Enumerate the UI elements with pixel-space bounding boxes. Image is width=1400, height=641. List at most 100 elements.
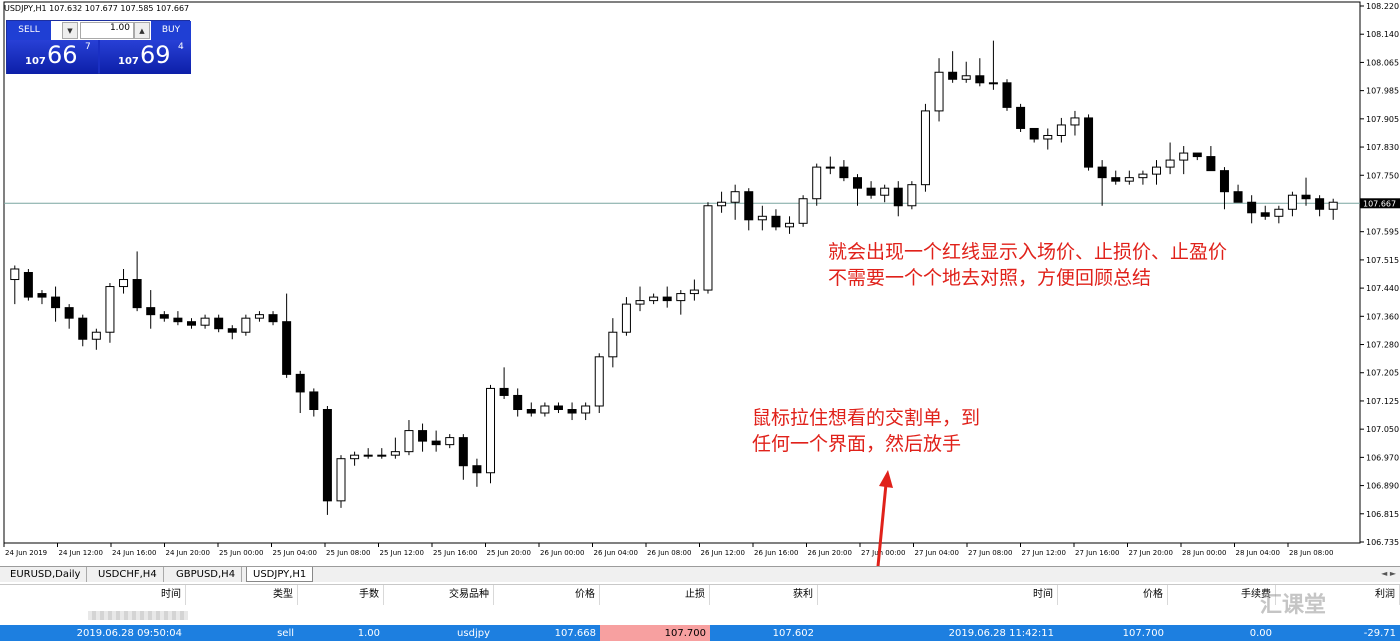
time-axis-label: 25 Jun 04:00 bbox=[273, 549, 317, 557]
price-axis-label: 107.595 bbox=[1366, 228, 1399, 237]
candle-body bbox=[472, 465, 482, 474]
candle-body bbox=[1111, 177, 1121, 182]
candle-body bbox=[1247, 201, 1257, 214]
chart-area[interactable]: 108.220 108.140 108.065 107.985 107.905 107.8… bbox=[0, 0, 1400, 566]
column-header-8[interactable]: 价格 bbox=[1058, 585, 1168, 605]
candle-body bbox=[1002, 82, 1012, 108]
lot-increase-button[interactable]: ▲ bbox=[134, 22, 150, 39]
chart-tab-1[interactable]: USDCHF,H4 bbox=[92, 567, 164, 582]
candle-body bbox=[458, 437, 468, 467]
buy-price-prefix: 107 bbox=[118, 56, 139, 67]
candle-body bbox=[1124, 177, 1134, 182]
candle-body bbox=[934, 71, 944, 112]
candle-body bbox=[717, 201, 727, 207]
tab-scroll-arrows-icon[interactable]: ◄ ► bbox=[1381, 569, 1396, 578]
column-header-2[interactable]: 手数 bbox=[298, 585, 384, 605]
chart-symbol-title: USDJPY,H1 107.632 107.677 107.585 107.66… bbox=[4, 4, 190, 13]
blurred-account-row bbox=[0, 605, 1400, 625]
time-axis-label: 26 Jun 00:00 bbox=[540, 549, 584, 557]
candle-body bbox=[1233, 191, 1243, 203]
candle-body bbox=[757, 215, 767, 221]
candle-body bbox=[119, 279, 129, 288]
candle-body bbox=[295, 373, 305, 393]
candle-body bbox=[649, 296, 659, 302]
candle-body bbox=[105, 286, 115, 333]
candle-body bbox=[880, 187, 890, 196]
candle-body bbox=[676, 293, 686, 302]
sell-price-box[interactable]: 107 66 7 bbox=[7, 40, 98, 74]
candle-body bbox=[594, 356, 604, 407]
candle-body bbox=[920, 110, 930, 186]
trade-panel-top-row: SELL ▼ 1.00 ▲ BUY bbox=[7, 21, 191, 40]
annotation-red-line: 就会出现一个红线显示入场价、止损价、止盈价 不需要一个个地去对照，方便回顾总结 bbox=[828, 239, 1227, 291]
candle-body bbox=[499, 387, 509, 396]
buy-button[interactable]: BUY bbox=[151, 21, 191, 40]
annotation-1-line-1: 就会出现一个红线显示入场价、止损价、止盈价 bbox=[828, 241, 1228, 263]
order-open-time: 2019.06.28 09:50:04 bbox=[76, 628, 182, 639]
column-header-5[interactable]: 止损 bbox=[600, 585, 710, 605]
price-axis-label: 107.750 bbox=[1366, 171, 1399, 180]
chart-tab-0[interactable]: EURUSD,Daily bbox=[4, 567, 88, 582]
candle-body bbox=[825, 166, 835, 169]
column-header-0[interactable]: 时间 bbox=[0, 585, 186, 605]
candle-body bbox=[852, 177, 862, 189]
candle-body bbox=[431, 440, 441, 446]
order-stop-loss: 107.700 bbox=[600, 625, 710, 641]
candle-body bbox=[948, 71, 958, 80]
candle-body bbox=[1328, 201, 1338, 210]
column-header-4[interactable]: 价格 bbox=[494, 585, 600, 605]
candle-body bbox=[1179, 152, 1189, 161]
order-close-time: 2019.06.28 11:42:11 bbox=[948, 628, 1054, 639]
lot-decrease-button[interactable]: ▼ bbox=[62, 22, 78, 39]
chart-tab-bar: EURUSD,Daily USDCHF,H4 GBPUSD,H4 USDJPY,H1 ◄… bbox=[0, 566, 1400, 582]
candle-body bbox=[553, 405, 563, 411]
candle-body bbox=[893, 187, 903, 207]
candle-body bbox=[513, 394, 523, 411]
candle-body bbox=[662, 296, 672, 302]
sell-button[interactable]: SELL bbox=[7, 21, 51, 40]
candle-body bbox=[282, 321, 292, 375]
time-axis-label: 24 Jun 20:00 bbox=[166, 549, 210, 557]
terminal-header-row: 时间 类型 手数 交易品种 价格 止损 获利 时间 价格 手续费 利润 bbox=[0, 585, 1400, 605]
candle-body bbox=[1097, 166, 1107, 179]
candle-body bbox=[78, 317, 88, 340]
candle-body bbox=[730, 191, 740, 203]
chart-tab-3[interactable]: USDJPY,H1 bbox=[246, 567, 314, 582]
order-profit: -29.71 bbox=[1363, 628, 1396, 639]
price-axis-label: 108.220 bbox=[1366, 2, 1399, 11]
candle-body bbox=[1219, 170, 1229, 193]
buy-price-box[interactable]: 107 69 4 bbox=[100, 40, 191, 74]
one-click-trading-panel: SELL ▼ 1.00 ▲ BUY 107 66 7 107 69 4 bbox=[6, 20, 191, 74]
candle-body bbox=[254, 314, 264, 319]
column-header-1[interactable]: 类型 bbox=[186, 585, 298, 605]
candle-body bbox=[1301, 194, 1311, 200]
blurred-account-text bbox=[88, 611, 188, 620]
buy-price-big: 69 bbox=[140, 41, 171, 69]
candle-body bbox=[1206, 156, 1216, 172]
candle-body bbox=[540, 405, 550, 414]
price-axis-label: 107.125 bbox=[1366, 397, 1399, 406]
mt4-window: 108.220 108.140 108.065 107.985 107.905 107.8… bbox=[0, 0, 1400, 641]
candle-body bbox=[37, 293, 47, 298]
chart-tab-2[interactable]: GBPUSD,H4 bbox=[170, 567, 243, 582]
candle-body bbox=[1165, 159, 1175, 168]
price-axis-label: 107.515 bbox=[1366, 256, 1399, 265]
lot-size-input[interactable]: 1.00 bbox=[80, 22, 134, 39]
candle-body bbox=[200, 317, 210, 326]
order-symbol: usdjpy bbox=[457, 628, 490, 639]
column-header-3[interactable]: 交易品种 bbox=[384, 585, 494, 605]
time-axis-label: 25 Jun 12:00 bbox=[380, 549, 424, 557]
column-header-7[interactable]: 时间 bbox=[818, 585, 1058, 605]
column-header-6[interactable]: 获利 bbox=[710, 585, 818, 605]
candle-body bbox=[268, 314, 278, 323]
candle-body bbox=[1056, 124, 1066, 136]
annotation-2-line-2: 任何一个界面，然后放手 bbox=[752, 433, 962, 455]
price-axis-label: 106.970 bbox=[1366, 453, 1399, 462]
candle-body bbox=[445, 437, 455, 446]
time-axis-label: 25 Jun 16:00 bbox=[433, 549, 477, 557]
order-row[interactable]: 2019.06.28 09:50:04 sell 1.00 usdjpy 107… bbox=[0, 625, 1400, 641]
time-axis-label: 26 Jun 12:00 bbox=[701, 549, 745, 557]
price-axis-label: 107.985 bbox=[1366, 87, 1399, 96]
candle-body bbox=[703, 205, 713, 291]
candle-body bbox=[214, 317, 224, 330]
